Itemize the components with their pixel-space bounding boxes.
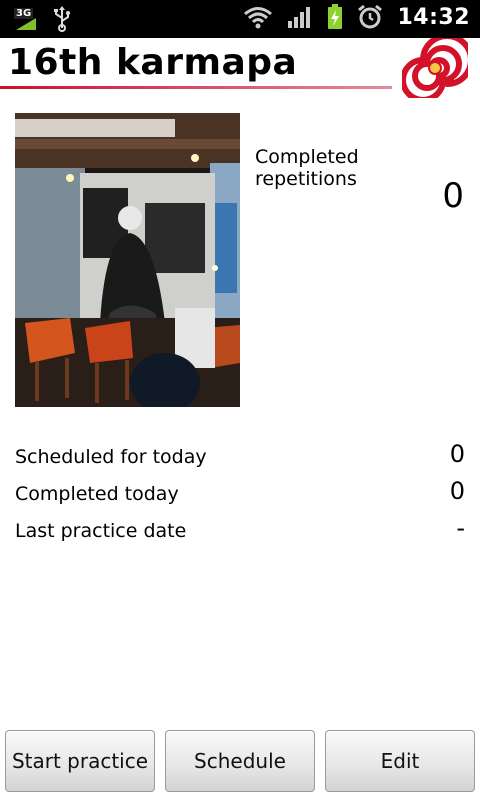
cell-signal-icon (288, 7, 311, 28)
status-bar: 3G 14:32 (0, 0, 480, 38)
usb-icon (54, 6, 70, 32)
stat-label: Last practice date (15, 520, 187, 542)
start-practice-button[interactable]: Start practice (5, 730, 155, 792)
header-divider (0, 86, 392, 89)
practice-photo (15, 113, 240, 407)
wifi-icon (244, 7, 273, 29)
stat-value: - (456, 514, 465, 542)
stat-value: 0 (449, 477, 465, 505)
alarm-clock-icon (358, 4, 383, 29)
spiral-logo-icon (402, 38, 468, 98)
page-title: 16th karmapa (8, 42, 298, 83)
stat-last-practice-date: Last practice date - (15, 514, 465, 551)
stat-value: 0 (449, 440, 465, 468)
schedule-button[interactable]: Schedule (165, 730, 315, 792)
stat-label: Scheduled for today (15, 446, 207, 468)
status-time: 14:32 (397, 4, 470, 30)
completed-repetitions-value: 0 (442, 176, 464, 216)
stat-label: Completed today (15, 483, 179, 505)
completed-repetitions-label: Completed repetitions (255, 146, 359, 190)
stats-list: Scheduled for today 0 Completed today 0 … (15, 440, 465, 551)
battery-charging-icon (328, 4, 343, 29)
button-bar: Start practice Schedule Edit (0, 728, 480, 800)
stat-scheduled-today: Scheduled for today 0 (15, 440, 465, 477)
app-header: 16th karmapa (0, 38, 480, 98)
edit-button[interactable]: Edit (325, 730, 475, 792)
stat-completed-today: Completed today 0 (15, 477, 465, 514)
3g-signal-icon: 3G (14, 8, 36, 30)
